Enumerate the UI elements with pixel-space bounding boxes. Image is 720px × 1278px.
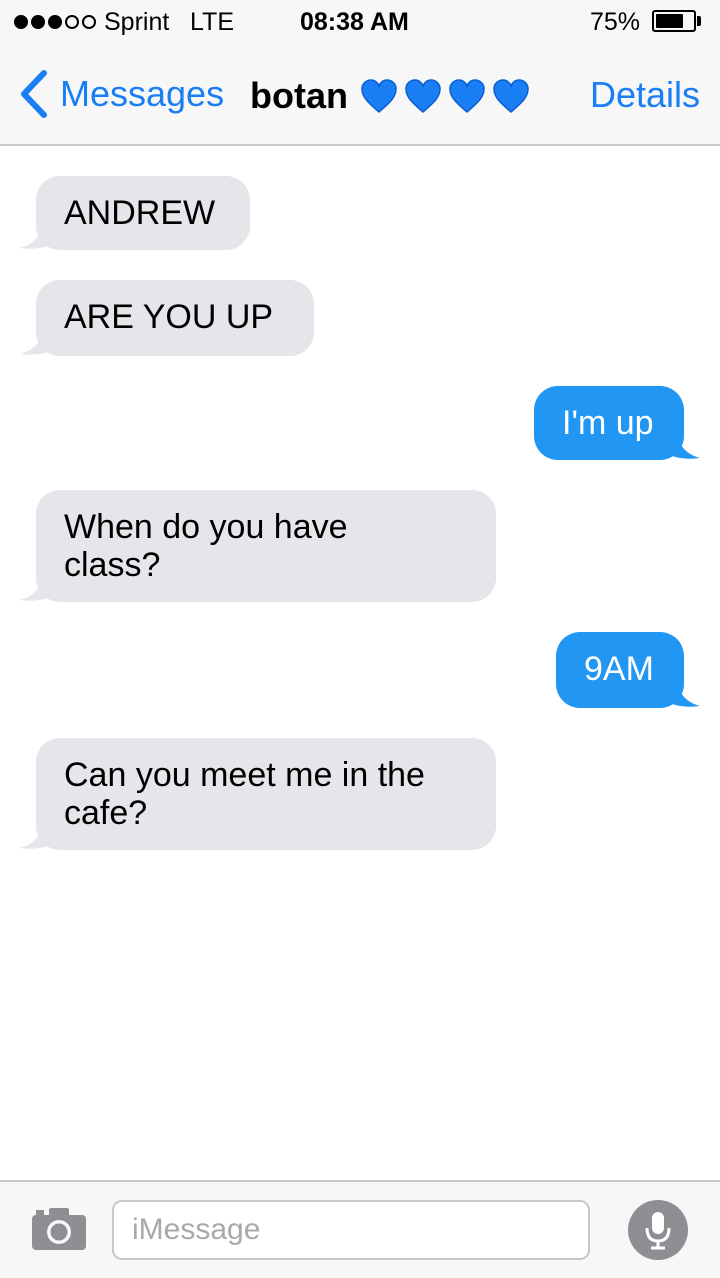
bubble-tail <box>20 214 60 249</box>
microphone-icon <box>645 1212 671 1250</box>
battery-icon <box>652 10 696 32</box>
message-text: When do you have class? <box>64 508 348 584</box>
status-time: 08:38 AM <box>300 8 409 36</box>
navigation-bar: Messages botan Details <box>0 44 720 146</box>
carrier-name: Sprint <box>104 8 170 36</box>
message-text: 9AM <box>584 650 654 688</box>
blue-heart-icon <box>361 79 397 114</box>
incoming-message-bubble[interactable]: When do you have class? <box>20 490 496 602</box>
message-text: Can you meet me in the cafe? <box>64 756 425 832</box>
camera-button[interactable] <box>30 1206 88 1252</box>
incoming-message-bubble[interactable]: Can you meet me in the cafe? <box>20 738 496 850</box>
bubble-tail <box>660 424 700 459</box>
camera-icon <box>32 1208 86 1250</box>
battery-tip <box>697 16 701 26</box>
message-text: ANDREW <box>64 194 216 232</box>
message-text: ARE YOU UP <box>64 298 274 336</box>
imessage-input[interactable] <box>112 1200 590 1260</box>
signal-dot <box>48 15 62 29</box>
blue-heart-icon <box>405 79 441 114</box>
signal-dot <box>31 15 45 29</box>
battery-percentage: 75% <box>590 8 641 36</box>
signal-dot <box>65 15 79 29</box>
chevron-left-icon <box>21 70 47 118</box>
blue-heart-icon <box>493 79 529 114</box>
incoming-message-bubble[interactable]: ARE YOU UP <box>20 280 314 356</box>
status-bar: Sprint LTE 08:38 AM 75% <box>0 0 720 44</box>
bubble-tail <box>20 566 60 601</box>
back-button[interactable]: Messages <box>16 66 224 122</box>
conversation-title: botan <box>250 74 530 118</box>
battery-level <box>656 14 683 28</box>
signal-strength-icon <box>14 15 96 29</box>
outgoing-message-bubble[interactable]: 9AM <box>556 632 700 708</box>
microphone-button[interactable] <box>628 1200 688 1260</box>
back-label: Messages <box>60 73 225 114</box>
message-input-bar <box>0 1180 720 1278</box>
outgoing-message-bubble[interactable]: I'm up <box>534 386 700 460</box>
signal-dot <box>82 15 96 29</box>
bubble-tail <box>20 320 60 355</box>
bubble-tail <box>660 672 700 707</box>
message-thread[interactable]: ANDREW ARE YOU UP I'm up When do you have c… <box>0 148 720 1178</box>
incoming-message-bubble[interactable]: ANDREW <box>20 176 250 250</box>
network-type: LTE <box>190 8 234 36</box>
contact-name: botan <box>250 75 348 116</box>
details-button[interactable]: Details <box>590 74 700 116</box>
message-text: I'm up <box>562 404 654 442</box>
bubble-tail <box>20 814 60 849</box>
signal-dot <box>14 15 28 29</box>
blue-heart-icon <box>449 79 485 114</box>
contact-emoji-group <box>360 78 530 114</box>
